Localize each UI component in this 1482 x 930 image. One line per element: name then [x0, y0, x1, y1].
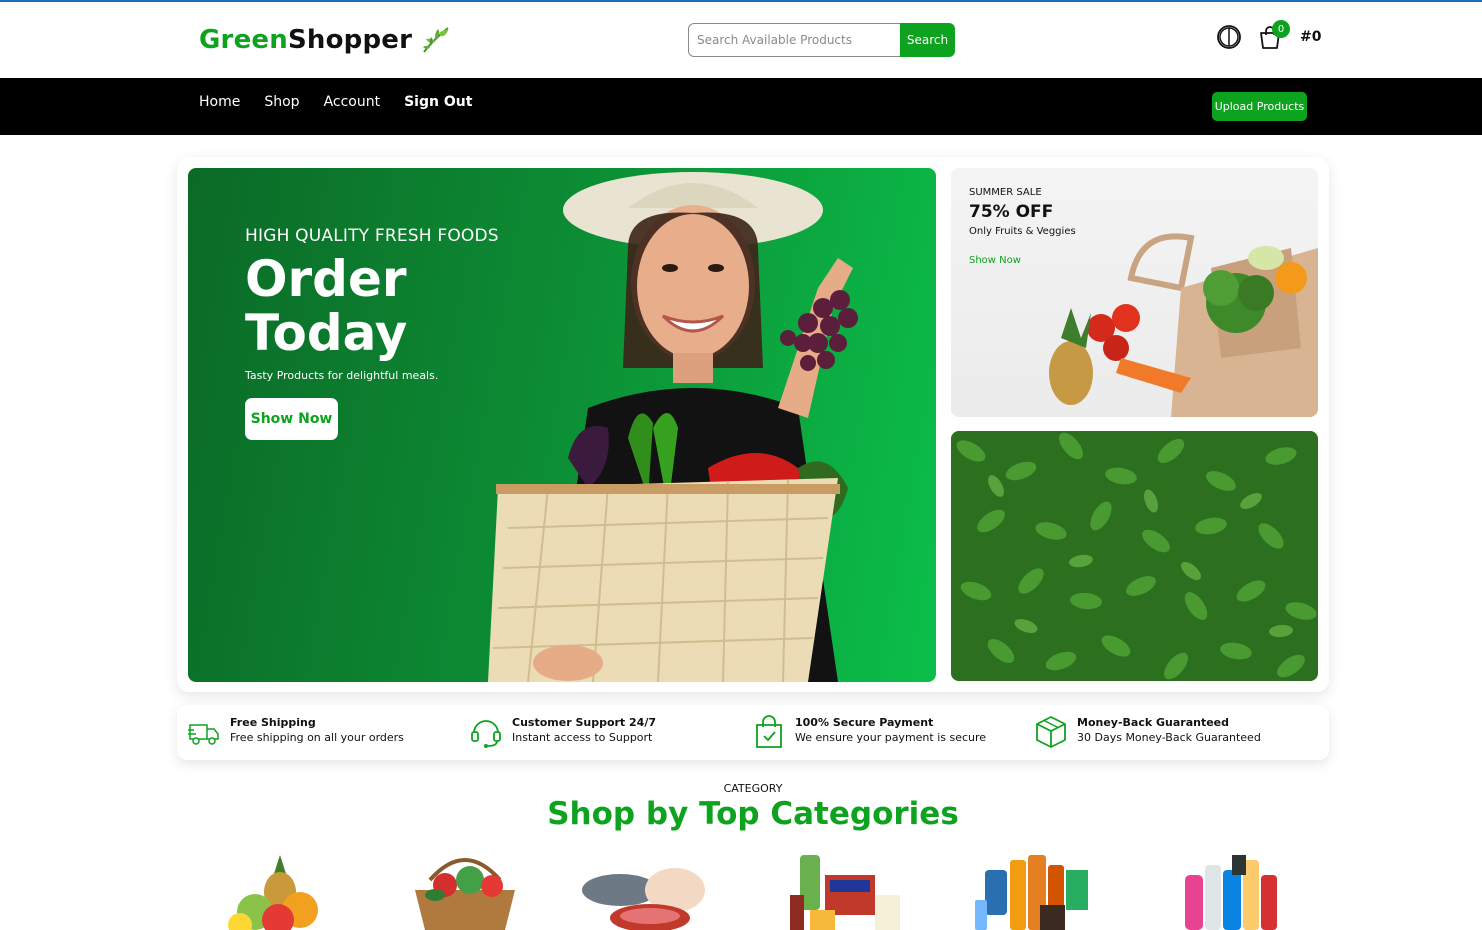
hero-section: HIGH QUALITY FRESH FOODS Order Today Tas… — [177, 157, 1329, 692]
cart-total: #0 — [1300, 29, 1322, 45]
nav-sign-out[interactable]: Sign Out — [404, 94, 472, 110]
category-beverages-image[interactable] — [970, 850, 1100, 930]
package-box-icon — [1036, 716, 1066, 748]
feature-title: 100% Secure Payment — [795, 716, 934, 729]
main-navigation: Home Shop Account Sign Out Upload Produc… — [0, 78, 1482, 135]
category-pantry-image[interactable] — [780, 850, 910, 930]
cart-button[interactable]: 0 — [1258, 20, 1290, 50]
promo-tag: SUMMER SALE — [969, 187, 1042, 198]
site-logo[interactable]: Green Shopper — [199, 24, 452, 56]
category-list — [200, 850, 1310, 930]
nav-account[interactable]: Account — [324, 94, 381, 110]
search-input[interactable] — [688, 23, 900, 57]
nav-links: Home Shop Account Sign Out — [199, 94, 496, 110]
nav-shop[interactable]: Shop — [264, 94, 299, 110]
theme-toggle-icon[interactable] — [1216, 24, 1242, 50]
category-label: CATEGORY — [723, 782, 783, 795]
upload-products-button[interactable]: Upload Products — [1212, 92, 1307, 121]
leaf-icon — [423, 27, 449, 53]
hero-show-now-button[interactable]: Show Now — [245, 398, 338, 440]
hero-description: Tasty Products for delightful meals. — [245, 369, 439, 382]
hero-banner: HIGH QUALITY FRESH FOODS Order Today Tas… — [188, 168, 936, 682]
feature-description: Free shipping on all your orders — [230, 731, 404, 744]
feature-money-back: Money-Back Guaranteed 30 Days Money-Back… — [1035, 715, 1261, 749]
delivery-truck-icon — [188, 724, 219, 745]
category-personal-care-image[interactable] — [1160, 850, 1290, 930]
category-section-title: Shop by Top Categories — [547, 796, 959, 832]
feature-title: Money-Back Guaranteed — [1077, 716, 1230, 729]
category-meat-fish-image[interactable] — [580, 850, 710, 930]
feature-title: Customer Support 24/7 — [512, 716, 656, 729]
feature-title: Free Shipping — [230, 716, 316, 729]
features-bar: Free Shipping Free shipping on all your … — [177, 705, 1329, 760]
site-header: GreenShopper Search 0 #0 — [0, 2, 1482, 78]
feature-free-shipping: Free Shipping Free shipping on all your … — [188, 715, 404, 749]
search-bar: Search — [688, 23, 955, 57]
header-actions: 0 #0 — [1216, 20, 1322, 50]
leaves-pattern-image — [951, 431, 1318, 681]
nav-home[interactable]: Home — [199, 94, 240, 110]
category-fruits-image[interactable] — [210, 850, 340, 930]
feature-description: Instant access to Support — [512, 731, 653, 744]
hero-subtitle: HIGH QUALITY FRESH FOODS — [245, 226, 499, 246]
feature-customer-support: Customer Support 24/7 Instant access to … — [470, 715, 656, 749]
logo-text-green: Green — [199, 25, 288, 55]
cart-count-badge: 0 — [1272, 20, 1290, 38]
feature-secure-payment: 100% Secure Payment We ensure your payme… — [753, 715, 986, 749]
hero-woman-with-basket-image — [488, 172, 858, 682]
logo-text-dark: Shopper — [287, 25, 413, 55]
promo-show-now-link[interactable]: Show Now — [969, 255, 1021, 266]
feature-description: We ensure your payment is secure — [795, 731, 987, 744]
secure-bag-icon — [756, 715, 782, 748]
promo-card-summer-sale: SUMMER SALE 75% OFF Only Fruits & Veggie… — [951, 168, 1318, 417]
search-button[interactable]: Search — [900, 23, 955, 57]
headset-icon — [471, 720, 501, 748]
leaves-banner-image — [951, 431, 1318, 681]
grocery-bag-image — [1049, 233, 1318, 417]
category-vegetables-image[interactable] — [400, 850, 530, 930]
feature-description: 30 Days Money-Back Guaranteed — [1077, 731, 1261, 744]
